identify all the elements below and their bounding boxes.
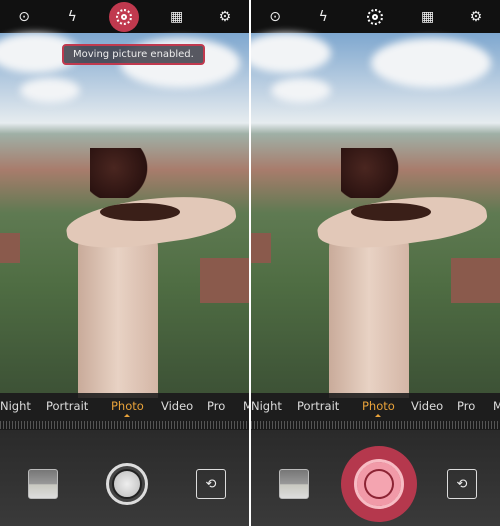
- mode-night[interactable]: Night: [251, 399, 282, 413]
- zoom-ruler: [251, 421, 500, 429]
- mode-portrait[interactable]: Portrait: [297, 399, 339, 413]
- gallery-thumbnail[interactable]: [279, 469, 309, 499]
- flash-off-icon[interactable]: ϟ: [312, 6, 334, 28]
- toast-message: Moving picture enabled.: [62, 44, 205, 65]
- switch-camera-icon[interactable]: ⊙: [264, 6, 286, 28]
- flash-off-icon[interactable]: ϟ: [61, 6, 83, 28]
- zoom-ruler: [0, 421, 249, 429]
- mode-photo[interactable]: Photo: [111, 399, 144, 413]
- mode-more[interactable]: M: [493, 399, 500, 413]
- mode-portrait[interactable]: Portrait: [46, 399, 88, 413]
- active-mode-indicator: [124, 414, 130, 417]
- camera-screen-right: ⊙ ϟ ▦ ⚙ Night Portrait Photo Video Pro M…: [251, 0, 500, 526]
- top-toolbar: ⊙ ϟ ▦ ⚙: [251, 0, 500, 33]
- moving-picture-icon[interactable]: [109, 1, 140, 32]
- mode-video[interactable]: Video: [161, 399, 193, 413]
- active-mode-indicator: [375, 414, 381, 417]
- mode-pro[interactable]: Pro: [457, 399, 475, 413]
- flip-camera-icon[interactable]: ⟲: [447, 469, 477, 499]
- filter-icon[interactable]: ▦: [166, 6, 188, 28]
- filter-icon[interactable]: ▦: [417, 6, 439, 28]
- switch-camera-icon[interactable]: ⊙: [13, 6, 35, 28]
- settings-icon[interactable]: ⚙: [214, 6, 236, 28]
- mode-more[interactable]: M: [243, 399, 249, 413]
- moving-picture-icon[interactable]: [360, 2, 390, 32]
- camera-screen-left: ⊙ ϟ ▦ ⚙ Moving picture enabled. Night Po…: [0, 0, 249, 526]
- flip-camera-icon[interactable]: ⟲: [196, 469, 226, 499]
- viewfinder[interactable]: [0, 33, 249, 398]
- mode-night[interactable]: Night: [0, 399, 31, 413]
- gallery-thumbnail[interactable]: [28, 469, 58, 499]
- mode-video[interactable]: Video: [411, 399, 443, 413]
- mode-pro[interactable]: Pro: [207, 399, 225, 413]
- mode-selector[interactable]: Night Portrait Photo Video Pro M: [251, 393, 500, 423]
- shutter-button[interactable]: [341, 446, 417, 522]
- top-toolbar: ⊙ ϟ ▦ ⚙: [0, 0, 249, 33]
- settings-icon[interactable]: ⚙: [465, 6, 487, 28]
- mode-selector[interactable]: Night Portrait Photo Video Pro M: [0, 393, 249, 423]
- shutter-button[interactable]: [106, 463, 148, 505]
- viewfinder[interactable]: [251, 33, 500, 398]
- mode-photo[interactable]: Photo: [362, 399, 395, 413]
